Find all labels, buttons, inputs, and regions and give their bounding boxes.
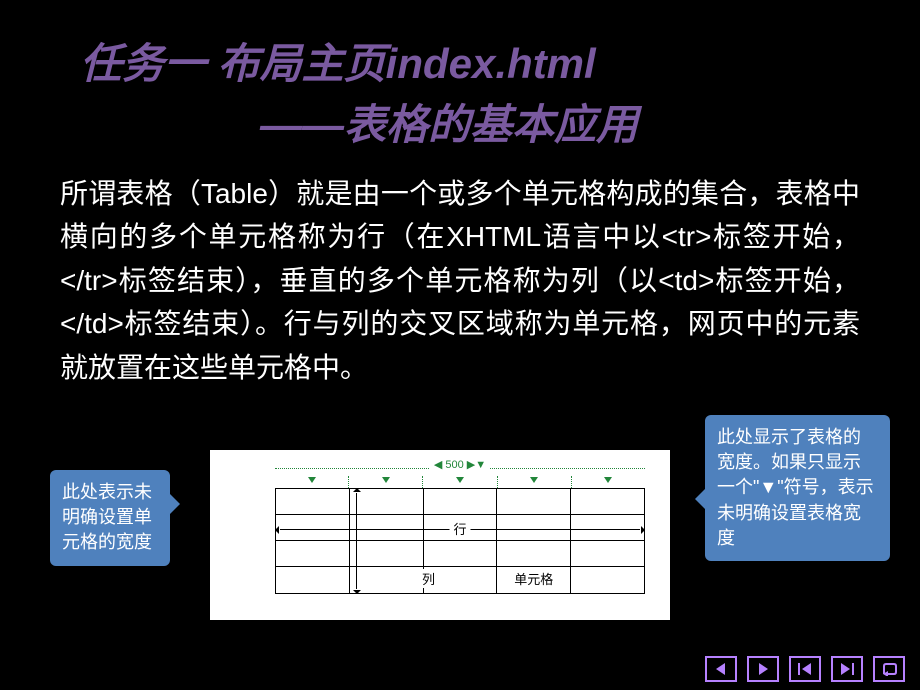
callout-right: 此处显示了表格的宽度。如果只显示一个"▼"符号，表示未明确设置表格宽度 bbox=[705, 415, 890, 561]
tick-marker-icon bbox=[308, 477, 316, 483]
skip-end-icon bbox=[839, 662, 855, 676]
return-icon bbox=[880, 662, 898, 676]
return-button[interactable] bbox=[873, 656, 905, 682]
triangle-right-icon bbox=[756, 662, 770, 676]
ruler-width-label: ◀ 500 ▶▼ bbox=[430, 458, 490, 471]
skip-start-icon bbox=[797, 662, 813, 676]
table-diagram: ◀ 500 ▶▼ 行 列 单元格 bbox=[210, 450, 670, 620]
diagram-tick-row bbox=[275, 476, 645, 488]
title-line-2: ——表格的基本应用 bbox=[80, 91, 860, 152]
title-line-1: 任务一 布局主页index.html bbox=[80, 30, 860, 91]
body-paragraph: 所谓表格（Table）就是由一个或多个单元格构成的集合，表格中横向的多个单元格称… bbox=[0, 162, 920, 389]
triangle-left-icon bbox=[714, 662, 728, 676]
diagram-table-grid: 行 列 单元格 bbox=[275, 488, 645, 594]
column-arrow-icon bbox=[356, 493, 357, 589]
row-label: 行 bbox=[449, 519, 470, 538]
callout-left: 此处表示未明确设置单元格的宽度 bbox=[50, 470, 170, 566]
tick-marker-icon bbox=[530, 477, 538, 483]
tick-marker-icon bbox=[456, 477, 464, 483]
last-button[interactable] bbox=[831, 656, 863, 682]
diagram-ruler: ◀ 500 ▶▼ bbox=[275, 460, 645, 476]
tick-marker-icon bbox=[604, 477, 612, 483]
prev-button[interactable] bbox=[705, 656, 737, 682]
nav-bar bbox=[705, 656, 905, 682]
cell-label: 单元格 bbox=[497, 567, 571, 593]
next-button[interactable] bbox=[747, 656, 779, 682]
first-button[interactable] bbox=[789, 656, 821, 682]
slide-title: 任务一 布局主页index.html ——表格的基本应用 bbox=[0, 0, 920, 162]
column-label: 列 bbox=[420, 569, 437, 588]
tick-marker-icon bbox=[382, 477, 390, 483]
